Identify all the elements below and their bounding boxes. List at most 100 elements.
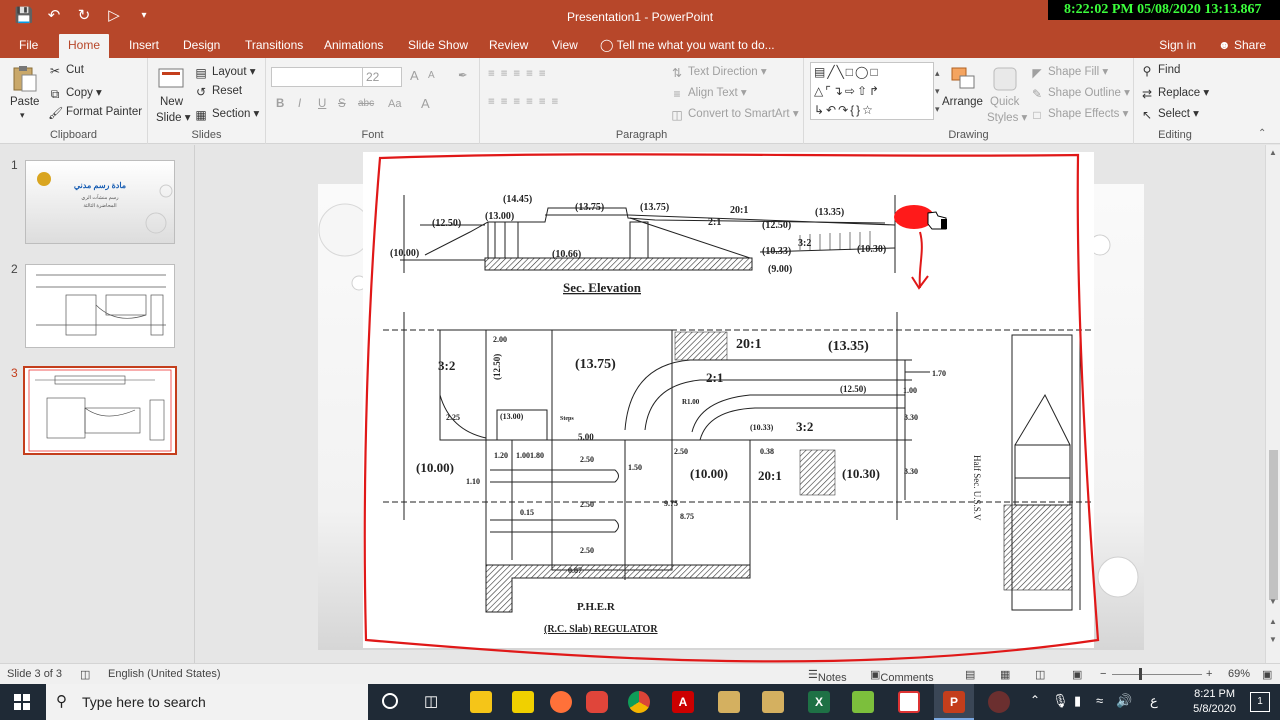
tab-slide-show[interactable]: Slide Show: [399, 34, 477, 58]
slide-thumbnail-2[interactable]: [25, 264, 175, 348]
zoom-slider-thumb[interactable]: [1139, 668, 1142, 680]
tell-me-box[interactable]: ◯ Tell me what you want to do...: [600, 38, 775, 52]
slide-thumbnail-3[interactable]: [23, 366, 177, 455]
paste-dropdown-icon[interactable]: ▾: [20, 110, 25, 121]
clear-formatting-icon[interactable]: ✒: [458, 68, 468, 82]
notes-button[interactable]: ☰ Notes: [808, 668, 847, 684]
sign-in-link[interactable]: Sign in: [1159, 38, 1196, 52]
wifi-icon[interactable]: ≈: [1096, 693, 1103, 708]
volume-icon[interactable]: 🔊: [1116, 693, 1132, 709]
shape-fill-button[interactable]: ◤ Shape Fill ▾: [1030, 64, 1108, 80]
slide-thumbnail-1[interactable]: مادة رسم مدني رسم منشآت الري المحاضرة ال…: [25, 160, 175, 244]
shape-effects-button[interactable]: □ Shape Effects ▾: [1030, 106, 1128, 122]
powerpoint-taskbar-item[interactable]: P: [934, 684, 974, 720]
slide-sorter-icon[interactable]: ▦: [1000, 668, 1010, 681]
share-button[interactable]: ☻ Share: [1212, 34, 1272, 58]
shapes-gallery-scroll[interactable]: ▴ ▾ ▾: [935, 64, 940, 118]
find-button[interactable]: ⚲ Find: [1140, 64, 1181, 78]
cortana-icon[interactable]: [382, 693, 398, 709]
quick-styles-button[interactable]: Styles ▾: [987, 110, 1027, 124]
paste-button[interactable]: Paste: [10, 96, 39, 108]
language-indicator[interactable]: English (United States): [108, 668, 221, 680]
paste-icon[interactable]: [10, 64, 40, 94]
tab-animations[interactable]: Animations: [315, 34, 392, 58]
arrange-button[interactable]: Arrange: [942, 96, 983, 108]
zoom-in-icon[interactable]: +: [1206, 668, 1212, 680]
app-icon-3[interactable]: [852, 691, 874, 713]
app-icon-2[interactable]: [762, 691, 784, 713]
zoom-slider[interactable]: [1112, 674, 1202, 675]
format-painter-button[interactable]: 🖌 Format Painter: [48, 106, 142, 120]
tab-transitions[interactable]: Transitions: [236, 34, 312, 58]
strikethrough-button[interactable]: abc: [358, 98, 374, 109]
align-text-button[interactable]: ≡ Align Text ▾: [670, 85, 746, 101]
arrange-icon[interactable]: [948, 64, 978, 94]
quick-styles-label[interactable]: Quick: [990, 96, 1019, 108]
new-slide-label[interactable]: New: [160, 96, 183, 108]
new-slide-icon[interactable]: [156, 64, 186, 94]
task-view-icon[interactable]: ◫: [424, 692, 438, 710]
normal-view-icon[interactable]: ▤: [965, 668, 975, 681]
reset-button[interactable]: ↺ Reset: [194, 85, 242, 99]
quick-styles-icon[interactable]: [990, 64, 1020, 94]
zoom-out-icon[interactable]: −: [1100, 668, 1106, 680]
list-buttons[interactable]: ≡≡≡≡≡: [488, 68, 552, 80]
convert-smartart-button[interactable]: ◫ Convert to SmartArt ▾: [670, 106, 798, 122]
previous-slide-icon[interactable]: ▲: [1269, 617, 1277, 626]
shapes-gallery[interactable]: ▤╱╲□◯□ △⌜↴⇨⇧↱ ↳↶↷{}☆: [810, 62, 934, 120]
font-size-field[interactable]: 22: [362, 67, 402, 87]
layout-button[interactable]: ▤ Layout ▾: [194, 64, 255, 80]
firefox-icon[interactable]: [550, 691, 572, 713]
alignment-buttons[interactable]: ≡≡≡≡≡≡: [488, 96, 564, 108]
scrollbar-thumb[interactable]: [1269, 450, 1278, 600]
comments-button[interactable]: ▣ Comments: [870, 668, 934, 684]
scroll-down-icon[interactable]: ▼: [1269, 597, 1277, 606]
section-button[interactable]: ▦ Section ▾: [194, 106, 259, 122]
new-slide-button[interactable]: Slide ▾: [156, 110, 191, 124]
editor-vertical-scrollbar[interactable]: ▲ ▼ ▲ ▼: [1265, 145, 1280, 663]
scroll-up-icon[interactable]: ▲: [1269, 148, 1277, 157]
copy-button[interactable]: ⧉ Copy ▾: [48, 85, 102, 101]
shape-outline-button[interactable]: ✎ Shape Outline ▾: [1030, 85, 1130, 101]
tab-file[interactable]: File: [10, 34, 47, 58]
tab-insert[interactable]: Insert: [120, 34, 168, 58]
slideshow-icon[interactable]: ▣: [1072, 668, 1082, 681]
slide-canvas[interactable]: (14.45) (13.75) (13.75) (12.50) (13.00) …: [196, 145, 1265, 663]
notification-center-icon[interactable]: 1: [1250, 692, 1270, 712]
autocad-icon[interactable]: A: [672, 691, 694, 713]
taskbar-search-box[interactable]: ⚲ Type here to search: [46, 684, 368, 720]
fit-to-window-icon[interactable]: ▣: [1262, 668, 1272, 681]
input-language[interactable]: ع: [1150, 693, 1158, 709]
recorder-tray-icon[interactable]: [988, 691, 1010, 713]
show-hidden-icons-icon[interactable]: ⌃: [1030, 693, 1040, 707]
bold-button[interactable]: B: [276, 98, 284, 110]
grow-font-icon[interactable]: A: [410, 68, 419, 83]
system-clock[interactable]: 8:21 PM 5/8/2020: [1193, 687, 1236, 717]
text-direction-button[interactable]: ⇅ Text Direction ▾: [670, 64, 767, 80]
tab-design[interactable]: Design: [174, 34, 229, 58]
windows-start-icon[interactable]: [14, 694, 30, 710]
reading-view-icon[interactable]: ◫: [1035, 668, 1045, 681]
underline-button[interactable]: U: [318, 98, 326, 110]
collapse-ribbon-icon[interactable]: ⌃: [1258, 128, 1266, 139]
tab-home[interactable]: Home: [59, 34, 110, 58]
font-name-field[interactable]: [271, 67, 363, 87]
tab-view[interactable]: View: [543, 34, 587, 58]
screen-recorder-icon[interactable]: [586, 691, 608, 713]
battery-icon[interactable]: ▮: [1074, 693, 1081, 709]
pdf-icon[interactable]: [898, 691, 920, 713]
change-case-button[interactable]: Aa: [388, 98, 401, 110]
app-icon-1[interactable]: [718, 691, 740, 713]
shadow-button[interactable]: S: [338, 98, 346, 110]
select-button[interactable]: ↖ Select ▾: [1140, 106, 1199, 122]
excel-icon[interactable]: X: [808, 691, 830, 713]
chrome-icon[interactable]: [628, 691, 650, 713]
cut-button[interactable]: ✂ Cut: [48, 64, 84, 78]
tab-review[interactable]: Review: [480, 34, 537, 58]
italic-button[interactable]: I: [298, 98, 301, 110]
accessibility-icon[interactable]: ◫: [80, 668, 90, 681]
microphone-icon[interactable]: 🎙: [1052, 693, 1069, 709]
shrink-font-icon[interactable]: A: [428, 70, 435, 81]
next-slide-icon[interactable]: ▼: [1269, 635, 1277, 644]
replace-button[interactable]: ⇄ Replace ▾: [1140, 85, 1209, 101]
